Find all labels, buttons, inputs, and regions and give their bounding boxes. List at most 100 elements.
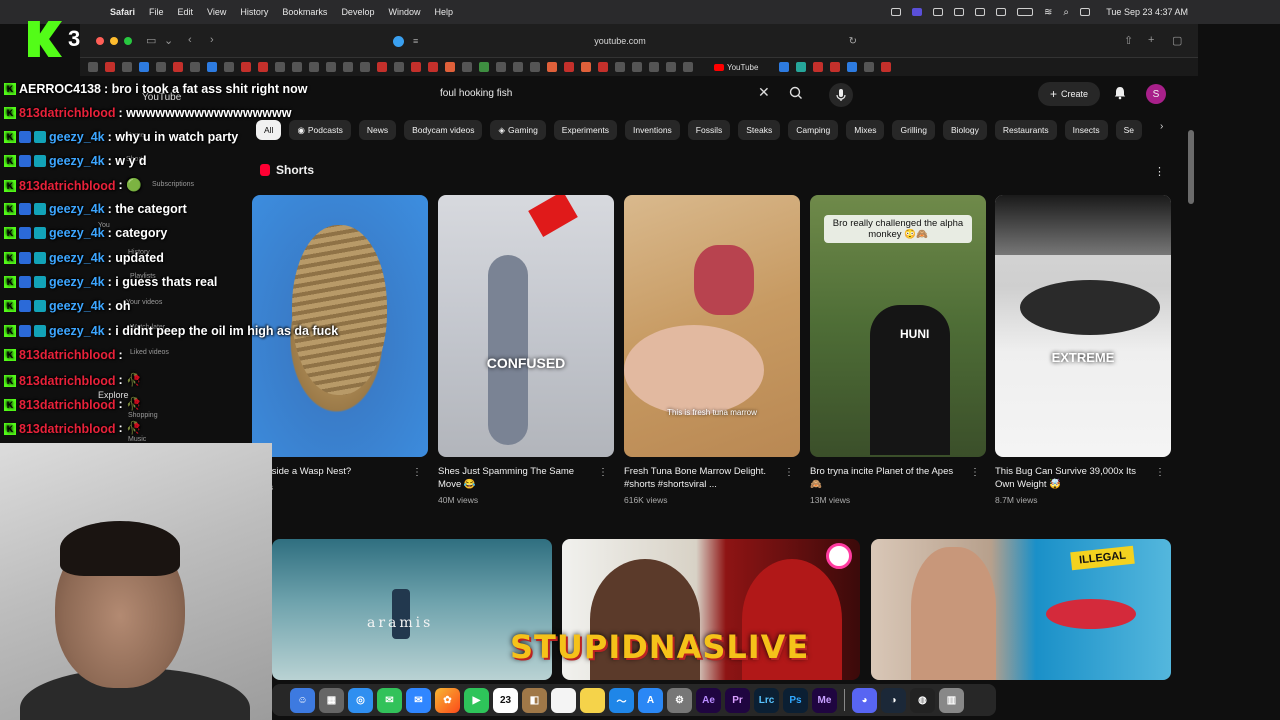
safari-icon[interactable]: ◎: [348, 687, 373, 713]
tab-favicon[interactable]: [779, 62, 790, 72]
shelf-more-options-icon[interactable]: ⋮: [1154, 165, 1165, 178]
chat-username[interactable]: AERROC4138: [19, 82, 101, 96]
active-tab-youtube[interactable]: YouTube: [700, 62, 772, 72]
tab-favicon[interactable]: [428, 62, 438, 72]
tab-favicon[interactable]: [343, 62, 353, 72]
control-center-icon[interactable]: [1080, 8, 1090, 16]
short-card[interactable]: CONFUSED Shes Just Spamming The Same Mov…: [438, 195, 614, 505]
more-options-icon[interactable]: ⋮: [784, 467, 794, 478]
tab-favicon[interactable]: [241, 62, 251, 72]
tray-icon[interactable]: [933, 8, 943, 16]
chat-username[interactable]: 813datrichblood: [19, 422, 116, 436]
tab-favicon[interactable]: [360, 62, 370, 72]
chip-fossils[interactable]: Fossils: [687, 120, 731, 140]
tab-favicon[interactable]: [564, 62, 574, 72]
short-title[interactable]: Shes Just Spamming The Same Move 😂: [438, 465, 588, 491]
launchpad-icon[interactable]: ▦: [319, 687, 344, 713]
menu-bookmarks[interactable]: Bookmarks: [282, 7, 327, 17]
address-bar[interactable]: ≡ youtube.com ↻: [385, 31, 857, 51]
tab-favicon[interactable]: [139, 62, 149, 72]
finder-icon[interactable]: ☺: [290, 687, 315, 713]
tab-favicon[interactable]: [190, 62, 200, 72]
short-thumbnail[interactable]: CONFUSED: [438, 195, 614, 457]
short-thumbnail[interactable]: EXTREME: [995, 195, 1171, 457]
menu-file[interactable]: File: [149, 7, 164, 17]
menu-develop[interactable]: Develop: [341, 7, 374, 17]
chip-news[interactable]: News: [358, 120, 397, 140]
tab-favicon[interactable]: [881, 62, 892, 72]
discord-icon[interactable]: ◕: [852, 687, 877, 713]
tab-favicon[interactable]: [479, 62, 489, 72]
chevron-down-icon[interactable]: ⌄: [164, 34, 173, 47]
mail-icon[interactable]: ✉: [406, 687, 431, 713]
short-title[interactable]: This Bug Can Survive 39,000x Its Own Wei…: [995, 465, 1145, 491]
menu-app-name[interactable]: Safari: [110, 7, 135, 17]
tab-favicon[interactable]: [122, 62, 132, 72]
account-avatar[interactable]: S: [1146, 84, 1166, 104]
media-encoder-icon[interactable]: Me: [812, 687, 837, 713]
photos-icon[interactable]: ✿: [435, 687, 460, 713]
notifications-bell-icon[interactable]: [1112, 85, 1128, 101]
chip-steaks[interactable]: Steaks: [738, 120, 781, 140]
new-tab-icon[interactable]: +: [1148, 34, 1154, 46]
contacts-icon[interactable]: ◧: [522, 687, 547, 713]
battery-icon[interactable]: [1017, 8, 1033, 16]
chat-username[interactable]: 813datrichblood: [19, 179, 116, 193]
tab-favicon[interactable]: [513, 62, 523, 72]
tab-favicon[interactable]: [88, 62, 98, 72]
obs-icon[interactable]: ◍: [910, 687, 935, 713]
chat-username[interactable]: 813datrichblood: [19, 106, 116, 120]
tab-favicon[interactable]: [292, 62, 302, 72]
forward-button[interactable]: ›: [210, 34, 214, 46]
chat-username[interactable]: 813datrichblood: [19, 398, 116, 412]
tab-favicon[interactable]: [847, 62, 858, 72]
chip-bodycam[interactable]: Bodycam videos: [404, 120, 483, 140]
short-title[interactable]: Bro tryna incite Planet of the Apes 🙈: [810, 465, 960, 491]
tab-favicon[interactable]: [547, 62, 557, 72]
tab-favicon[interactable]: [207, 62, 217, 72]
reader-icon[interactable]: ≡: [413, 36, 418, 46]
tab-favicon[interactable]: [326, 62, 336, 72]
reload-icon[interactable]: ↻: [849, 36, 857, 47]
chat-username[interactable]: geezy_4k: [49, 154, 105, 168]
reminders-icon[interactable]: [551, 687, 576, 713]
more-options-icon[interactable]: ⋮: [970, 467, 980, 478]
calendar-icon[interactable]: 23: [493, 687, 518, 713]
short-title[interactable]: t's Inside a Wasp Nest?: [252, 465, 402, 478]
trash-icon[interactable]: ▥: [939, 687, 964, 713]
chip-truncated[interactable]: Se: [1115, 120, 1143, 140]
tab-favicon[interactable]: [394, 62, 404, 72]
chat-username[interactable]: geezy_4k: [49, 275, 105, 289]
facetime-icon[interactable]: ▶: [464, 687, 489, 713]
chip-experiments[interactable]: Experiments: [553, 120, 618, 140]
after-effects-icon[interactable]: Ae: [696, 687, 721, 713]
short-card[interactable]: HUNI Bro really challenged the alpha mon…: [810, 195, 986, 505]
chat-username[interactable]: geezy_4k: [49, 226, 105, 240]
chip-biology[interactable]: Biology: [942, 120, 987, 140]
messages-icon[interactable]: ✉: [377, 687, 402, 713]
tab-favicon[interactable]: [615, 62, 625, 72]
chip-grilling[interactable]: Grilling: [892, 120, 935, 140]
tab-favicon[interactable]: [445, 62, 455, 72]
menu-help[interactable]: Help: [434, 7, 453, 17]
tab-favicon[interactable]: [530, 62, 540, 72]
short-card[interactable]: EXTREME This Bug Can Survive 39,000x Its…: [995, 195, 1171, 505]
sidebar-toggle-icon[interactable]: ▭: [146, 34, 156, 47]
back-button[interactable]: ‹: [188, 34, 192, 46]
tab-favicon[interactable]: [377, 62, 387, 72]
photoshop-icon[interactable]: Ps: [783, 687, 808, 713]
create-button[interactable]: + Create: [1038, 82, 1100, 106]
tab-favicon[interactable]: [830, 62, 841, 72]
tab-favicon[interactable]: [105, 62, 115, 72]
chip-insects[interactable]: Insects: [1064, 120, 1108, 140]
short-thumbnail[interactable]: This is fresh tuna marrow: [624, 195, 800, 457]
clear-search-icon[interactable]: ✕: [758, 85, 770, 99]
privacy-shield-icon[interactable]: [393, 35, 404, 47]
tab-favicon[interactable]: [864, 62, 875, 72]
tray-icon[interactable]: [975, 8, 985, 16]
menu-history[interactable]: History: [240, 7, 268, 17]
tab-favicon[interactable]: [275, 62, 285, 72]
freeform-icon[interactable]: 〜: [609, 687, 634, 713]
tab-favicon[interactable]: [258, 62, 268, 72]
tab-favicon[interactable]: [309, 62, 319, 72]
